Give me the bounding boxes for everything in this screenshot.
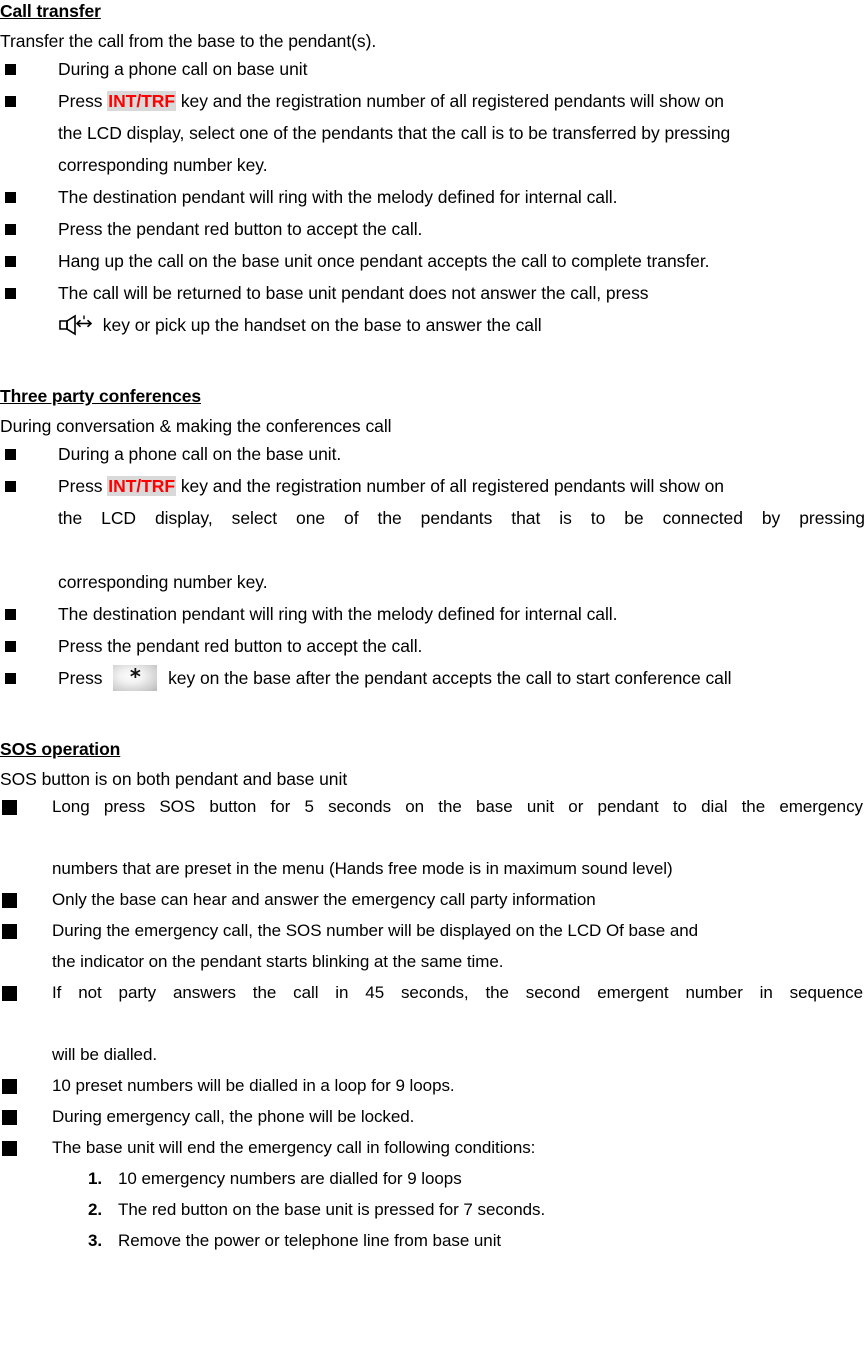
list-item-number: 2. bbox=[88, 1200, 103, 1219]
call-transfer-bullet-list: During a phone call on base unit Press I… bbox=[0, 53, 865, 341]
list-item-number: 1. bbox=[88, 1169, 103, 1188]
key-label-int-trf: INT/TRF bbox=[107, 476, 177, 496]
list-item: 2. The red button on the base unit is pr… bbox=[0, 1194, 865, 1225]
list-item: Press INT/TRF key and the registration n… bbox=[0, 85, 865, 181]
square-bullet-icon bbox=[5, 288, 16, 299]
list-item: Press the pendant red button to accept t… bbox=[0, 630, 865, 662]
section-intro-three-party-conferences: During conversation & making the confere… bbox=[0, 416, 392, 436]
list-item-continuation: the LCD display, select one of the penda… bbox=[58, 123, 731, 143]
list-item-continuation: corresponding number key. bbox=[58, 572, 268, 592]
list-item: Press INT/TRF key and the registration n… bbox=[0, 470, 865, 598]
square-bullet-icon bbox=[5, 673, 16, 684]
list-item: 1. 10 emergency numbers are dialled for … bbox=[0, 1163, 865, 1194]
list-item-text: The red button on the base unit is press… bbox=[118, 1200, 546, 1219]
list-item-continuation: corresponding number key. bbox=[58, 155, 268, 175]
square-bullet-icon bbox=[5, 224, 16, 235]
list-item-text: During the emergency call, the SOS numbe… bbox=[52, 921, 699, 940]
square-bullet-icon bbox=[2, 924, 17, 939]
list-item: During the emergency call, the SOS numbe… bbox=[0, 915, 865, 977]
list-item-text: During a phone call on base unit bbox=[58, 59, 308, 79]
list-item-continuation: numbers that are preset in the menu (Han… bbox=[52, 859, 673, 878]
sos-bullet-list: Long press SOS button for 5 seconds on t… bbox=[0, 791, 865, 1163]
square-bullet-icon bbox=[2, 893, 17, 908]
list-item: During emergency call, the phone will be… bbox=[0, 1101, 865, 1132]
list-item: Hang up the call on the base unit once p… bbox=[0, 245, 865, 277]
section-intro-call-transfer: Transfer the call from the base to the p… bbox=[0, 31, 377, 51]
list-item-text-post: key and the registration number of all r… bbox=[176, 91, 724, 111]
list-item-text: During emergency call, the phone will be… bbox=[52, 1107, 415, 1126]
list-item-text: During a phone call on the base unit. bbox=[58, 444, 342, 464]
list-item-text: The call will be returned to base unit p… bbox=[58, 283, 649, 303]
list-item-text: The destination pendant will ring with t… bbox=[58, 604, 618, 624]
list-item: During a phone call on the base unit. bbox=[0, 438, 865, 470]
square-bullet-icon bbox=[2, 1110, 17, 1125]
list-item: 3. Remove the power or telephone line fr… bbox=[0, 1225, 865, 1256]
list-item-continuation-justified: the LCD display, select one of the penda… bbox=[58, 508, 865, 528]
list-item-text-post: key on the base after the pendant accept… bbox=[163, 668, 732, 688]
list-item-text-pre: Press bbox=[58, 476, 108, 496]
square-bullet-icon bbox=[5, 64, 16, 75]
section-heading-call-transfer: Call transfer bbox=[0, 1, 101, 21]
square-bullet-icon bbox=[5, 192, 16, 203]
section-heading-sos-operation: SOS operation bbox=[0, 739, 121, 759]
list-item: The destination pendant will ring with t… bbox=[0, 181, 865, 213]
list-item-number: 3. bbox=[88, 1231, 103, 1250]
list-item-text: Remove the power or telephone line from … bbox=[118, 1231, 502, 1250]
list-item: The call will be returned to base unit p… bbox=[0, 277, 865, 341]
list-item-text: Long press SOS button for 5 seconds on t… bbox=[52, 797, 863, 816]
section-heading-three-party-conferences: Three party conferences bbox=[0, 386, 201, 406]
star-key-icon: * bbox=[113, 664, 158, 691]
key-label-int-trf: INT/TRF bbox=[107, 91, 177, 111]
list-item-continuation-with-icon: key or pick up the handset on the base t… bbox=[58, 309, 865, 341]
star-key-glyph: * bbox=[129, 664, 141, 689]
list-item: Press * key on the base after the pendan… bbox=[0, 662, 865, 694]
list-item-text: Press the pendant red button to accept t… bbox=[58, 219, 423, 239]
square-bullet-icon bbox=[5, 96, 16, 107]
square-bullet-icon bbox=[5, 449, 16, 460]
list-item-continuation: will be dialled. bbox=[52, 1045, 158, 1064]
section-intro-sos-operation: SOS button is on both pendant and base u… bbox=[0, 769, 348, 789]
list-item: Only the base can hear and answer the em… bbox=[0, 884, 865, 915]
list-item: Long press SOS button for 5 seconds on t… bbox=[0, 791, 865, 884]
sos-end-conditions-numbered-list: 1. 10 emergency numbers are dialled for … bbox=[0, 1163, 865, 1256]
list-item: If not party answers the call in 45 seco… bbox=[0, 977, 865, 1070]
document-page: Call transfer Transfer the call from the… bbox=[0, 0, 865, 1371]
list-item-continuation: the indicator on the pendant starts blin… bbox=[52, 952, 504, 971]
list-item-text: Only the base can hear and answer the em… bbox=[52, 890, 596, 909]
list-item: Press the pendant red button to accept t… bbox=[0, 213, 865, 245]
list-item-continuation-text: key or pick up the handset on the base t… bbox=[98, 315, 542, 335]
list-item-text: Press the pendant red button to accept t… bbox=[58, 636, 423, 656]
square-bullet-icon bbox=[2, 1079, 17, 1094]
list-item: The destination pendant will ring with t… bbox=[0, 598, 865, 630]
list-item: The base unit will end the emergency cal… bbox=[0, 1132, 865, 1163]
list-item-text: The destination pendant will ring with t… bbox=[58, 187, 618, 207]
square-bullet-icon bbox=[2, 800, 17, 815]
list-item-text-pre: Press bbox=[58, 91, 108, 111]
square-bullet-icon bbox=[2, 1141, 17, 1156]
square-bullet-icon bbox=[5, 641, 16, 652]
three-party-conferences-bullet-list: During a phone call on the base unit. Pr… bbox=[0, 438, 865, 694]
list-item-text-post: key and the registration number of all r… bbox=[176, 476, 724, 496]
list-item-text: The base unit will end the emergency cal… bbox=[52, 1138, 536, 1157]
square-bullet-icon bbox=[5, 609, 16, 620]
list-item-text: If not party answers the call in 45 seco… bbox=[52, 983, 863, 1002]
list-item-text: 10 preset numbers will be dialled in a l… bbox=[52, 1076, 455, 1095]
square-bullet-icon bbox=[5, 481, 16, 492]
list-item-text: 10 emergency numbers are dialled for 9 l… bbox=[118, 1169, 462, 1188]
list-item: During a phone call on base unit bbox=[0, 53, 865, 85]
square-bullet-icon bbox=[2, 986, 17, 1001]
list-item-text: Hang up the call on the base unit once p… bbox=[58, 251, 710, 271]
list-item: 10 preset numbers will be dialled in a l… bbox=[0, 1070, 865, 1101]
speaker-icon bbox=[58, 314, 94, 336]
square-bullet-icon bbox=[5, 256, 16, 267]
list-item-text-pre: Press bbox=[58, 668, 108, 688]
